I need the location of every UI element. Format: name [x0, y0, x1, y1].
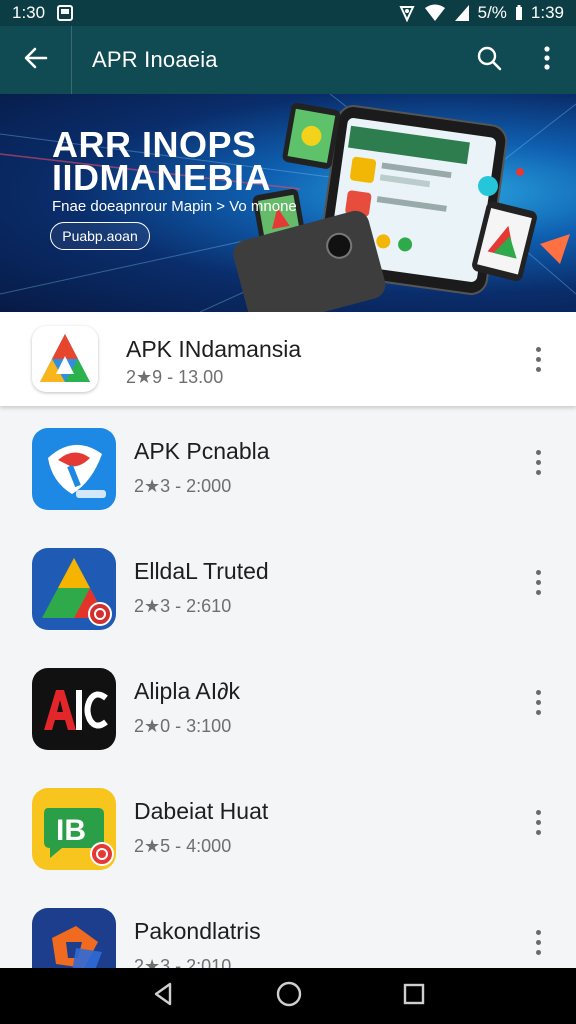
banner-subtitle: Fnae doeapnrour Mapin > Vo mnone — [52, 198, 297, 215]
svg-text:IB: IB — [56, 814, 86, 847]
page-title: APR Inoaeia — [92, 47, 218, 72]
more-vert-icon — [543, 45, 551, 76]
app-name: ElldaL Truted — [134, 558, 269, 584]
status-time-left: 1:30 — [12, 3, 46, 22]
app-bar: APR Inoaeia — [0, 26, 576, 94]
search-icon — [476, 45, 502, 76]
ib-chat-app-icon: IB — [32, 788, 116, 870]
alc-app-icon — [32, 668, 116, 750]
signal-icon — [398, 4, 416, 22]
app-meta: 2★3 - 2:000 — [134, 476, 232, 496]
battery-level-icon — [454, 4, 470, 22]
recents-nav-icon[interactable] — [402, 982, 426, 1011]
promo-banner[interactable]: ARR INOPS IIDMANEBIA Fnae doeapnrour Map… — [0, 94, 576, 312]
app-name: APK Pcnabla — [134, 438, 270, 464]
status-time-right: 1:39 — [530, 3, 564, 22]
app-meta: 2★9 - 13.00 — [126, 367, 224, 387]
battery-icon — [515, 5, 523, 21]
notification-icon — [57, 5, 74, 21]
system-nav-bar — [0, 968, 576, 1024]
list-item[interactable]: APK INdamansia 2★9 - 13.00 — [0, 312, 576, 406]
home-nav-icon[interactable] — [275, 980, 303, 1013]
banner-title-line2: IIDMANEBIA — [52, 157, 271, 198]
app-list: APK INdamansia 2★9 - 13.00 APK Pcnabla 2… — [0, 312, 576, 1006]
more-vert-icon[interactable] — [528, 682, 548, 722]
more-options-button[interactable] — [518, 26, 576, 94]
status-battery-percent: 5/% — [477, 3, 507, 22]
apk-triangle-logo-icon — [32, 326, 98, 392]
list-item[interactable]: IB Dabeiat Huat 2★5 - 4:000 — [0, 766, 576, 886]
search-button[interactable] — [460, 26, 518, 94]
more-vert-icon[interactable] — [528, 562, 548, 602]
app-meta: 2★0 - 3:100 — [134, 716, 232, 736]
back-arrow-icon — [23, 45, 49, 76]
list-item[interactable]: Alipla AI∂k 2★0 - 3:100 — [0, 646, 576, 766]
wifi-icon — [424, 4, 446, 22]
back-button[interactable] — [0, 26, 72, 94]
blue-shield-app-icon — [32, 428, 116, 510]
list-item[interactable]: ElldaL Truted 2★3 - 2:610 — [0, 526, 576, 646]
banner-button[interactable]: Puabp.aoan — [50, 222, 150, 250]
more-vert-icon[interactable] — [528, 442, 548, 482]
app-name: Dabeiat Huat — [134, 798, 269, 824]
app-name: Pakondlatris — [134, 918, 261, 944]
more-vert-icon[interactable] — [528, 339, 548, 379]
app-name: APK INdamansia — [126, 336, 302, 362]
back-nav-icon[interactable] — [150, 981, 176, 1012]
status-bar: 1:30 5/% 1:39 — [0, 0, 576, 26]
triangle-app-icon — [32, 548, 116, 630]
app-meta: 2★5 - 4:000 — [134, 836, 232, 856]
app-name: Alipla AI∂k — [134, 678, 240, 704]
banner-title: ARR INOPS IIDMANEBIA — [52, 127, 271, 198]
list-item[interactable]: APK Pcnabla 2★3 - 2:000 — [0, 406, 576, 526]
more-vert-icon[interactable] — [528, 922, 548, 962]
more-vert-icon[interactable] — [528, 802, 548, 842]
app-meta: 2★3 - 2:610 — [134, 596, 232, 616]
